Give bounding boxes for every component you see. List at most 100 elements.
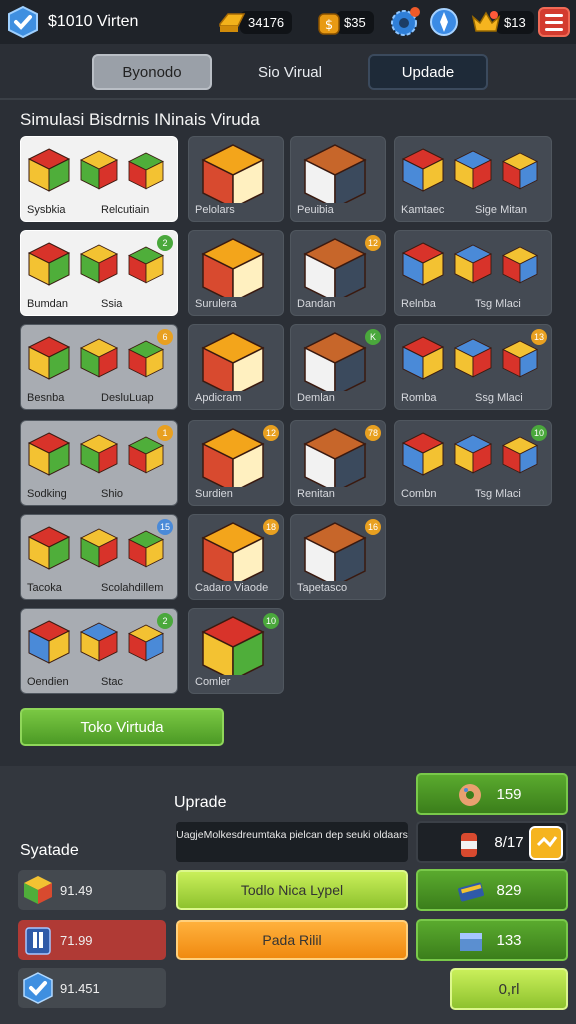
item-label: Ssg Mlaci	[475, 392, 523, 404]
stat-value: 71.99	[60, 932, 93, 948]
gold-value: 34176	[240, 10, 293, 34]
item-box-icon	[27, 526, 164, 570]
item-card[interactable]: Besnba DesluLuap 6	[20, 324, 178, 410]
item-card[interactable]: Comler 10	[188, 608, 284, 694]
item-box-icon	[27, 242, 164, 286]
item-label: Peuibia	[297, 204, 334, 216]
chest-button[interactable]: 133	[416, 919, 568, 961]
cash-stack-icon	[458, 882, 484, 902]
stat-row: 71.99	[18, 920, 166, 960]
gold-tile-icon	[529, 826, 563, 860]
item-card[interactable]: Relnba Tsg Mlaci	[394, 230, 552, 316]
stat-row: 91.451	[18, 968, 166, 1008]
item-card[interactable]: Kamtaec Sige Mitan	[394, 136, 552, 222]
item-card[interactable]: Renitan 78	[290, 420, 386, 506]
menu-button[interactable]	[538, 7, 570, 37]
item-label: Tsg Mlaci	[475, 488, 521, 500]
item-card[interactable]: Sodking Shio 1	[20, 420, 178, 506]
divider	[0, 98, 576, 100]
item-label: Tapetasco	[297, 582, 348, 594]
item-box-icon	[303, 144, 367, 203]
item-card[interactable]: Surdien 12	[188, 420, 284, 506]
tab-byonodo[interactable]: Byonodo	[92, 54, 212, 90]
item-label: Relcutiain	[101, 204, 150, 216]
item-count-badge: 18	[263, 519, 279, 535]
item-box-icon	[27, 336, 164, 380]
item-label: Cadaro Viaode	[195, 582, 269, 594]
item-count-badge: 15	[157, 519, 173, 535]
item-card[interactable]: Cadaro Viaode 18	[188, 514, 284, 600]
item-card[interactable]: Bumdan Ssia 2	[20, 230, 178, 316]
settings-gear-icon[interactable]	[388, 6, 420, 38]
item-card[interactable]: Oendien Stac 2	[20, 608, 178, 694]
cash-counter[interactable]: $ $35	[316, 6, 374, 38]
item-count-badge: 12	[365, 235, 381, 251]
verified-badge-icon[interactable]	[6, 5, 40, 39]
item-label: Romba	[401, 392, 437, 404]
item-card[interactable]: Tapetasco 16	[290, 514, 386, 600]
item-label: Sodking	[27, 488, 67, 500]
compass-icon[interactable]	[428, 6, 460, 38]
cube-icon	[24, 876, 52, 904]
item-card[interactable]: Dandan 12	[290, 230, 386, 316]
upgrade-title: Uprade	[174, 794, 227, 811]
menu-icon	[545, 13, 563, 17]
item-card[interactable]: Surulera	[188, 230, 284, 316]
item-card[interactable]: Demlan K	[290, 324, 386, 410]
item-grid: Sysbkia Relcutiain Pelolars Peuibia Kamta…	[20, 136, 556, 700]
item-box-icon	[401, 432, 538, 476]
pada-rilil-button[interactable]: Pada Rilil	[176, 920, 408, 960]
donut-icon	[459, 784, 481, 806]
jar-button[interactable]: 8/17	[416, 821, 568, 863]
gold-bar-icon	[219, 13, 246, 32]
item-label: Bumdan	[27, 298, 68, 310]
chest-icon	[460, 933, 482, 951]
item-label: Sige Mitan	[475, 204, 527, 216]
menu-icon-line	[545, 27, 563, 31]
item-label: Oendien	[27, 676, 69, 688]
item-card[interactable]: Peuibia	[290, 136, 386, 222]
item-box-icon	[401, 148, 538, 192]
item-label: Renitan	[297, 488, 335, 500]
item-label: DesluLuap	[101, 392, 154, 404]
item-label: Tsg Mlaci	[475, 298, 521, 310]
tab-updade[interactable]: Updade	[368, 54, 488, 90]
item-label: Surdien	[195, 488, 233, 500]
item-box-icon	[27, 620, 164, 664]
item-count-badge: 2	[157, 613, 173, 629]
level-up-button[interactable]: Todlo Nica Lypel	[176, 870, 408, 910]
item-count-badge: 10	[531, 425, 547, 441]
item-card[interactable]: Pelolars	[188, 136, 284, 222]
gems-counter[interactable]: $13	[470, 6, 534, 38]
stat-value: 91.49	[60, 882, 93, 898]
toko-virtuda-button[interactable]: Toko Virtuda	[20, 708, 224, 746]
item-label: Surulera	[195, 298, 237, 310]
item-label: Tacoka	[27, 582, 62, 594]
item-box-icon	[401, 336, 538, 380]
item-label: Stac	[101, 676, 124, 688]
item-label: Sysbkia	[27, 204, 66, 216]
item-label: Dandan	[297, 298, 336, 310]
tab-sio-virual[interactable]: Sio Virual	[230, 54, 350, 90]
item-label: Scolahdillem	[101, 582, 164, 594]
item-card[interactable]: Romba Ssg Mlaci 13	[394, 324, 552, 410]
item-card[interactable]: Combn Tsg Mlaci 10	[394, 420, 552, 506]
item-box-icon	[27, 148, 164, 192]
collect-button[interactable]: 0,rl	[450, 968, 568, 1010]
cash-pack-button[interactable]: 829	[416, 869, 568, 911]
gold-counter[interactable]: 34176	[216, 6, 293, 38]
reward-button[interactable]: 159	[416, 773, 568, 815]
item-card[interactable]: Apdicram	[188, 324, 284, 410]
crown-coins-icon	[471, 11, 501, 32]
check-badge-icon	[23, 972, 53, 1004]
item-label: Ssia	[101, 298, 123, 310]
item-count-badge: 10	[263, 613, 279, 629]
item-label: Comler	[195, 676, 231, 688]
item-card[interactable]: Sysbkia Relcutiain	[20, 136, 178, 222]
chest-value: 133	[496, 931, 522, 949]
jar-value: 8/17	[494, 833, 524, 851]
item-count-badge: 13	[531, 329, 547, 345]
item-count-badge: 6	[157, 329, 173, 345]
reward-value: 159	[496, 785, 522, 803]
item-card[interactable]: Tacoka Scolahdillem 15	[20, 514, 178, 600]
